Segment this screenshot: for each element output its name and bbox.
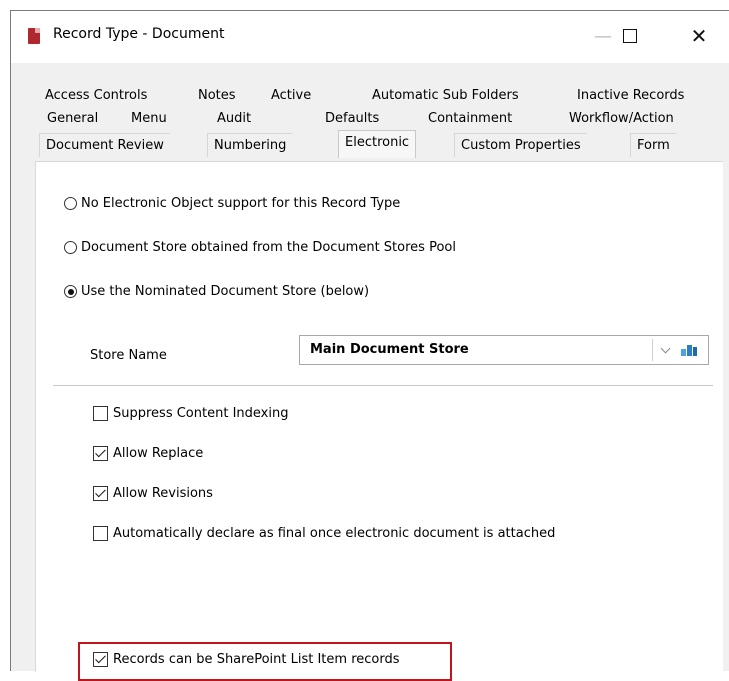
checkbox-label: Suppress Content Indexing [113, 406, 289, 421]
tab-containment[interactable]: Containment [428, 108, 512, 132]
minimize-icon: — [594, 25, 612, 47]
tab-electronic[interactable]: Electronic [338, 130, 417, 158]
tab-automatic-sub-folders[interactable]: Automatic Sub Folders [372, 85, 519, 109]
close-button[interactable]: ✕ [681, 20, 717, 52]
checkbox[interactable] [93, 406, 108, 421]
tab-workflow-action[interactable]: Workflow/Action [569, 108, 674, 132]
radio-no-electronic-support[interactable]: No Electronic Object support for this Re… [64, 196, 400, 211]
chevron-down-icon [660, 343, 670, 354]
checkbox-label: Allow Replace [113, 446, 204, 461]
record-type-icon [28, 28, 40, 44]
radio-label: Use the Nominated Document Store (below) [81, 284, 370, 299]
tab-strip: Access Controls Notes Active Automatic S… [11, 63, 729, 167]
tab-audit[interactable]: Audit [217, 108, 251, 132]
tab-general[interactable]: General [47, 108, 98, 132]
radio-nominated-store[interactable]: Use the Nominated Document Store (below) [64, 284, 369, 299]
checkbox-label: Allow Revisions [113, 486, 213, 501]
tab-access-controls[interactable]: Access Controls [45, 85, 147, 109]
radio-button[interactable] [64, 285, 77, 298]
tab-defaults[interactable]: Defaults [325, 108, 379, 132]
radio-button[interactable] [64, 241, 77, 254]
combobox-divider [652, 339, 653, 361]
store-name-value: Main Document Store [310, 342, 469, 357]
tab-document-review[interactable]: Document Review [39, 133, 170, 157]
radio-button[interactable] [64, 197, 77, 210]
store-name-label: Store Name [90, 348, 167, 363]
checkbox[interactable] [93, 486, 108, 501]
checkbox[interactable] [93, 446, 108, 461]
tab-form[interactable]: Form [630, 133, 676, 157]
checkbox-allow-replace[interactable]: Allow Replace [93, 446, 203, 461]
radio-document-store-pool[interactable]: Document Store obtained from the Documen… [64, 240, 456, 255]
tab-custom-properties[interactable]: Custom Properties [454, 133, 587, 157]
checkbox-allow-revisions[interactable]: Allow Revisions [93, 486, 213, 501]
tab-notes[interactable]: Notes [198, 85, 236, 109]
checkbox-label: Records can be SharePoint List Item reco… [113, 652, 400, 667]
radio-label: Document Store obtained from the Documen… [81, 240, 456, 255]
checkbox-suppress-content-indexing[interactable]: Suppress Content Indexing [93, 406, 288, 421]
electronic-panel: No Electronic Object support for this Re… [35, 161, 723, 681]
checkbox[interactable] [93, 526, 108, 541]
store-name-combobox[interactable]: Main Document Store [299, 335, 709, 365]
window-title: Record Type - Document [53, 26, 225, 42]
tab-menu[interactable]: Menu [131, 108, 167, 132]
maximize-button[interactable] [612, 20, 648, 52]
checkbox-auto-declare-final[interactable]: Automatically declare as final once elec… [93, 526, 555, 541]
store-dropdown-button[interactable] [654, 340, 676, 360]
maximize-icon [623, 29, 637, 43]
tab-row-1: Access Controls Notes Active Automatic S… [11, 85, 729, 109]
checkbox-label: Automatically declare as final once elec… [113, 526, 556, 541]
close-icon: ✕ [690, 24, 708, 48]
lookup-icon[interactable] [678, 341, 700, 359]
checkbox[interactable] [93, 652, 108, 667]
tab-inactive-records[interactable]: Inactive Records [577, 85, 684, 109]
section-divider [53, 385, 713, 386]
tab-row-3: Document Review Numbering Electronic Cus… [11, 130, 729, 158]
title-bar[interactable]: Record Type - Document — ✕ [11, 11, 729, 63]
record-type-dialog: Record Type - Document — ✕ Access Contro… [10, 10, 729, 681]
tab-numbering[interactable]: Numbering [207, 133, 293, 157]
radio-label: No Electronic Object support for this Re… [81, 196, 401, 211]
tab-row-2: General Menu Audit Defaults Containment … [11, 108, 729, 132]
tab-active[interactable]: Active [271, 85, 311, 109]
checkbox-sharepoint-list-item-records[interactable]: Records can be SharePoint List Item reco… [93, 652, 400, 667]
